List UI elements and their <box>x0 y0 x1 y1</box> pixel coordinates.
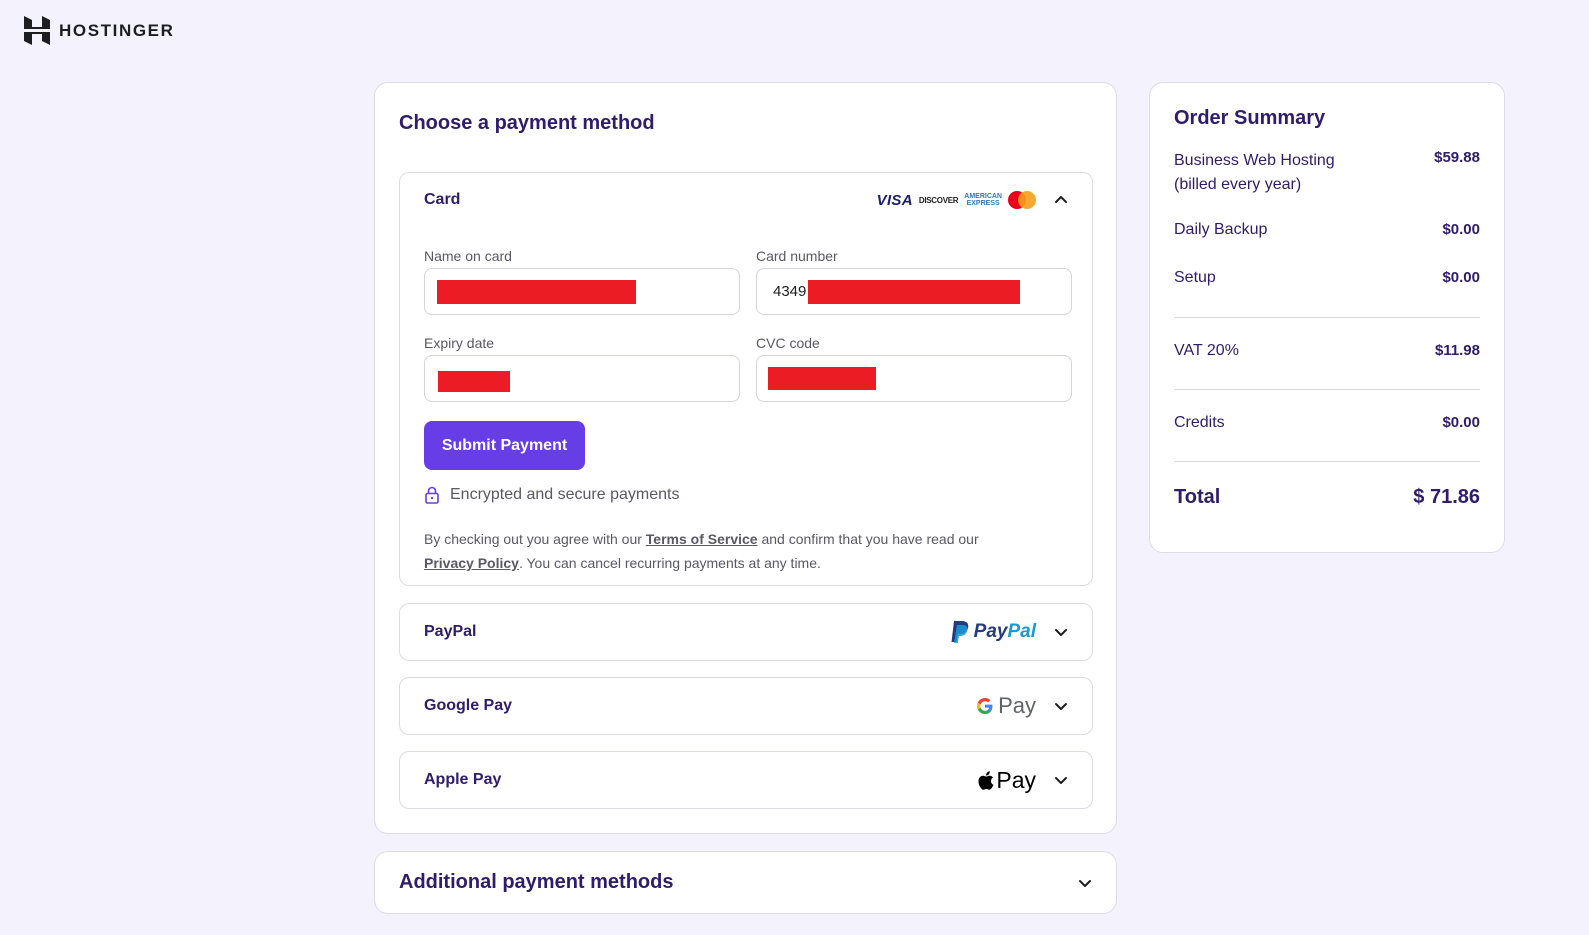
total-value: $ 71.86 <box>1413 486 1480 508</box>
card-brands: VISA DISCOVER AMERICAN EXPRESS <box>877 191 1036 209</box>
payment-method-panel: Choose a payment method Card VISA DISCOV… <box>374 82 1117 834</box>
submit-payment-button[interactable]: Submit Payment <box>424 421 585 470</box>
redacted-value <box>768 367 876 390</box>
summary-item-name: Setup <box>1174 269 1216 286</box>
chevron-down-icon[interactable] <box>1054 699 1068 713</box>
additional-payment-methods-title: Additional payment methods <box>399 871 674 893</box>
lock-icon <box>425 486 439 504</box>
summary-item-subtitle: (billed every year) <box>1174 176 1302 193</box>
chevron-down-icon[interactable] <box>1078 876 1092 890</box>
legal-text-part2: and confirm that you have read our <box>757 531 979 547</box>
discover-logo: DISCOVER <box>918 195 959 205</box>
paypal-method-row[interactable]: PayPal PayPal <box>399 603 1093 661</box>
google-pay-method-label: Google Pay <box>424 697 513 714</box>
google-pay-method-row[interactable]: Google Pay Pay <box>399 677 1093 735</box>
mastercard-icon <box>1008 191 1036 209</box>
summary-divider <box>1174 389 1480 390</box>
payment-method-title: Choose a payment method <box>399 112 655 134</box>
summary-item-name: Business Web Hosting (billed every year) <box>1174 149 1335 197</box>
expiry-date-label: Expiry date <box>424 335 495 351</box>
card-number-prefix: 4349 <box>773 283 807 300</box>
summary-item-value: $0.00 <box>1442 414 1480 431</box>
hostinger-logo-icon <box>24 16 50 45</box>
paypal-logo: PayPal <box>950 620 1036 644</box>
summary-item-value: $0.00 <box>1442 221 1480 238</box>
name-on-card-input[interactable] <box>424 268 740 315</box>
terms-of-service-link[interactable]: Terms of Service <box>646 531 758 547</box>
summary-item-name: VAT 20% <box>1174 342 1239 359</box>
expiry-date-input[interactable] <box>424 355 740 402</box>
hostinger-logo[interactable]: HOSTINGER <box>24 16 174 45</box>
summary-row: Daily Backup $0.00 <box>1174 221 1480 239</box>
chevron-down-icon[interactable] <box>1054 773 1068 787</box>
summary-row: Credits $0.00 <box>1174 414 1480 432</box>
summary-item-name: Daily Backup <box>1174 221 1268 238</box>
secure-payments-note: Encrypted and secure payments <box>424 486 679 504</box>
google-g-icon <box>977 698 993 714</box>
summary-item-title: Business Web Hosting <box>1174 152 1335 169</box>
chevron-down-icon[interactable] <box>1054 625 1068 639</box>
apple-icon <box>978 770 994 790</box>
name-on-card-label: Name on card <box>424 248 512 264</box>
chevron-up-icon[interactable] <box>1054 193 1068 207</box>
apple-pay-logo-text: Pay <box>996 766 1036 793</box>
additional-payment-methods[interactable]: Additional payment methods <box>374 851 1117 914</box>
summary-item-value: $59.88 <box>1434 149 1480 166</box>
secure-payments-text: Encrypted and secure payments <box>450 486 680 503</box>
redacted-value <box>808 279 1021 304</box>
order-summary-title: Order Summary <box>1174 107 1326 129</box>
apple-pay-method-row[interactable]: Apple Pay Pay <box>399 751 1093 809</box>
summary-row: VAT 20% $11.98 <box>1174 342 1480 360</box>
visa-logo: VISA <box>876 191 913 209</box>
amex-logo: AMERICAN EXPRESS <box>964 193 1002 207</box>
summary-divider <box>1174 317 1480 318</box>
apple-pay-logo: Pay <box>978 767 1036 794</box>
paypal-method-label: PayPal <box>424 623 477 640</box>
card-number-label: Card number <box>756 248 838 264</box>
paypal-logo-text-b: Pal <box>1007 621 1036 642</box>
redacted-value <box>437 279 636 304</box>
cvc-code-label: CVC code <box>756 335 820 351</box>
redacted-value <box>438 371 510 392</box>
summary-total-row: Total $ 71.86 <box>1174 486 1480 509</box>
legal-text: By checking out you agree with our Terms… <box>424 527 1024 575</box>
legal-text-part3: . You can cancel recurring payments at a… <box>518 555 821 571</box>
summary-item-value: $0.00 <box>1442 269 1480 286</box>
cvc-code-input[interactable] <box>756 355 1072 402</box>
card-method-header[interactable]: Card VISA DISCOVER AMERICAN EXPRESS <box>424 191 1068 209</box>
summary-item-value: $11.98 <box>1434 342 1480 359</box>
card-method-label: Card <box>424 191 461 208</box>
paypal-p-icon <box>951 621 968 643</box>
google-pay-logo-text: Pay <box>998 693 1036 718</box>
summary-divider <box>1174 461 1480 462</box>
privacy-policy-link[interactable]: Privacy Policy <box>424 555 519 571</box>
paypal-logo-text-a: Pay <box>973 621 1008 642</box>
card-method-section: Card VISA DISCOVER AMERICAN EXPRESS Name … <box>399 172 1093 586</box>
summary-item-name: Credits <box>1174 414 1225 431</box>
apple-pay-method-label: Apple Pay <box>424 771 502 788</box>
google-pay-logo: Pay <box>976 693 1036 719</box>
brand-name: HOSTINGER <box>59 20 175 40</box>
card-number-input[interactable]: 4349 <box>756 268 1072 315</box>
legal-text-part1: By checking out you agree with our <box>424 531 646 547</box>
summary-row: Setup $0.00 <box>1174 269 1480 287</box>
total-label: Total <box>1174 486 1221 508</box>
order-summary-panel: Order Summary Business Web Hosting (bille… <box>1149 82 1505 553</box>
summary-row: Business Web Hosting (billed every year) … <box>1174 149 1480 197</box>
